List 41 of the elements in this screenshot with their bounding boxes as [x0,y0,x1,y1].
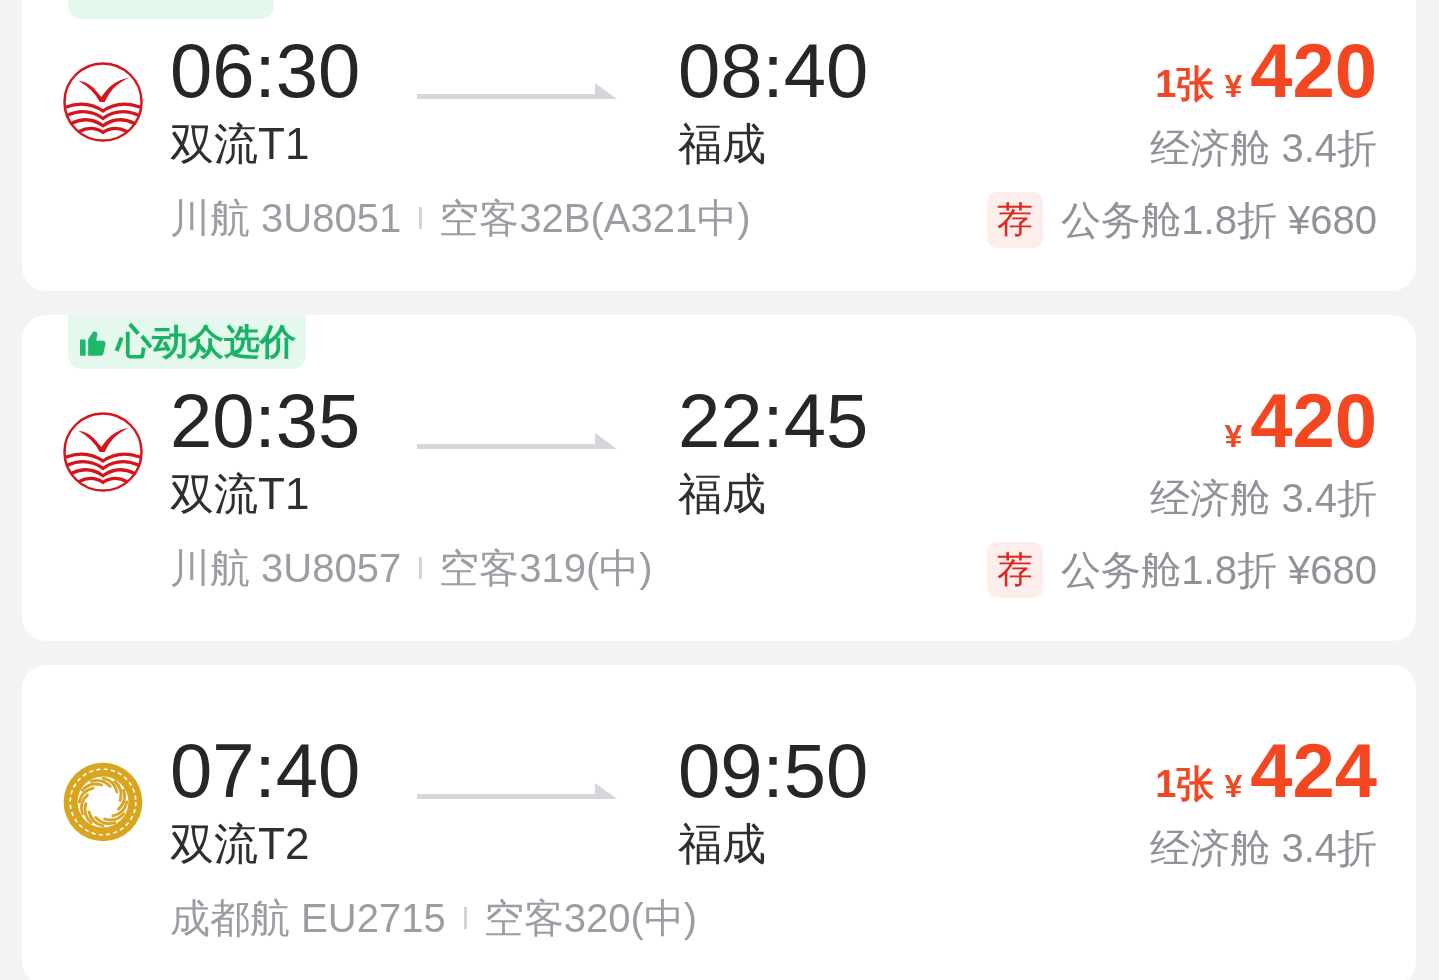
cabin-discount-text: 经济舱 3.4折 [1150,825,1377,872]
aircraft-type-text: 空客320(中) [483,895,698,942]
departure-airport: 双流T1 [170,118,310,170]
arrival-airport: 福成 [678,468,766,520]
flight-number-text: 川航 3U8051 [170,195,402,242]
arrival-time: 09:50 [678,732,869,810]
recommend-tag: 荐 [987,192,1044,248]
aircraft-type-text: 空客319(中) [439,545,653,592]
cabin-discount-text: 经济舱 3.4折 [1150,475,1377,522]
currency-symbol: ¥ [1224,68,1243,105]
bird-wave-emblem-icon [62,411,144,493]
cabin-discount-text: 经济舱 3.4折 [1150,125,1377,172]
tickets-left-text: 1张 [1155,762,1215,807]
flight-card[interactable]: 06:30 08:40 1张 ¥420 双流T1 福成 经济舱 3.4折 川航 3U8051 空客32B(A321中) 荐 公务舱1.8折 ¥680 [22,0,1416,291]
departure-airport: 双流T2 [170,818,310,870]
arrival-airport: 福成 [678,818,766,870]
recommend-tag: 荐 [987,542,1044,598]
right-arrow-icon [417,783,617,799]
bird-wave-emblem-icon [62,61,144,143]
price-text: 424 [1250,732,1377,810]
flight-number-text: 川航 3U8057 [170,545,402,592]
departure-time: 06:30 [170,32,361,110]
price-text: 420 [1250,32,1377,110]
arrival-time: 22:45 [678,382,869,460]
flight-card[interactable]: 07:40 09:50 1张 ¥424 双流T2 福成 经济舱 3.4折 成都航 EU2715 空客320(中) [22,665,1416,980]
right-arrow-icon [417,83,617,99]
departure-airport: 双流T1 [170,468,310,520]
currency-symbol: ¥ [1224,768,1243,805]
arrival-airport: 福成 [678,118,766,170]
swirl-ring-emblem-icon [62,761,144,843]
price-text: 420 [1250,382,1377,460]
right-arrow-icon [417,433,617,449]
flight-number-text: 成都航 EU2715 [170,895,446,942]
promo-tag-text: 心动众选价 [116,320,296,364]
currency-symbol: ¥ [1224,418,1243,455]
flight-card[interactable]: 心动众选价 20:35 22:45 ¥420 双流T1 福成 经济舱 3.4折 川航 3U8057 空客319(中) 荐 公务舱1.8折 ¥680 [22,315,1416,641]
departure-time: 07:40 [170,732,361,810]
arrival-time: 08:40 [678,32,869,110]
departure-time: 20:35 [170,382,361,460]
tickets-left-text: 1张 [1155,62,1215,107]
aircraft-type-text: 空客32B(A321中) [439,195,751,242]
